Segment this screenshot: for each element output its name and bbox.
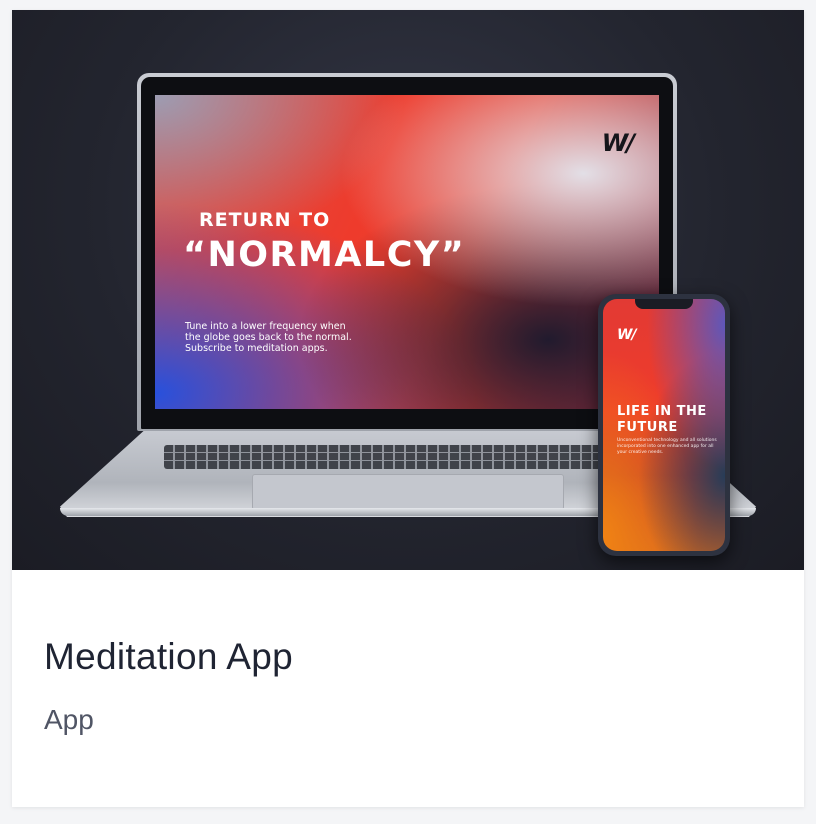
phone-mockup: W/ LIFE IN THE FUTURE Unconventional tec… xyxy=(598,294,730,556)
laptop-screen-headline: “NORMALCY” xyxy=(183,235,466,275)
laptop-screen: W/ RETURN TO “NORMALCY” Tune into a lowe… xyxy=(155,95,659,409)
laptop-keyboard xyxy=(164,445,624,469)
laptop-screen-kicker: RETURN TO xyxy=(199,209,331,231)
brand-logo-icon: W/ xyxy=(601,129,635,157)
phone-notch xyxy=(635,299,693,309)
phone-screen-body: Unconventional technology and all soluti… xyxy=(617,438,717,455)
phone-screen: W/ LIFE IN THE FUTURE Unconventional tec… xyxy=(603,299,725,551)
phone-screen-headline: LIFE IN THE FUTURE xyxy=(617,404,707,435)
project-card[interactable]: W/ RETURN TO “NORMALCY” Tune into a lowe… xyxy=(12,10,804,807)
project-title[interactable]: Meditation App xyxy=(44,636,293,678)
project-thumbnail[interactable]: W/ RETURN TO “NORMALCY” Tune into a lowe… xyxy=(12,10,804,570)
laptop-mockup: W/ RETURN TO “NORMALCY” Tune into a lowe… xyxy=(137,73,677,431)
laptop-trackpad xyxy=(252,474,564,510)
project-category: App xyxy=(44,704,94,735)
laptop-bezel: W/ RETURN TO “NORMALCY” Tune into a lowe… xyxy=(141,77,673,429)
laptop-screen-body: Tune into a lower frequency when the glo… xyxy=(185,321,352,354)
brand-logo-icon: W/ xyxy=(617,327,637,343)
